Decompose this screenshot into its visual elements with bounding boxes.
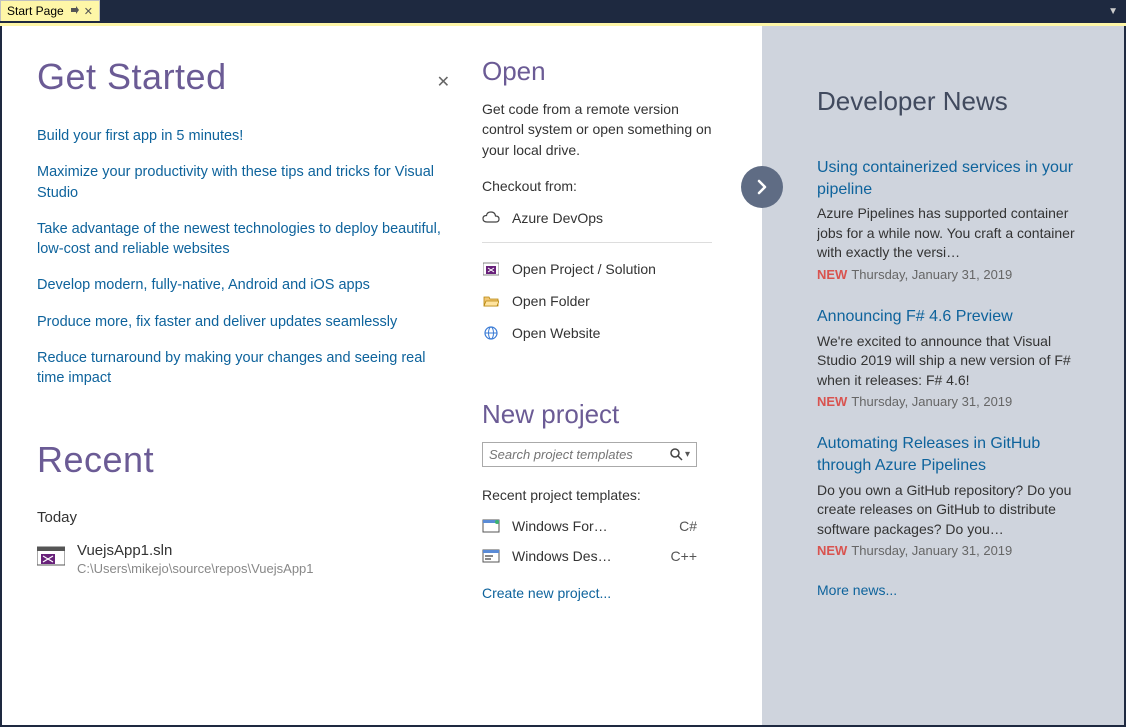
open-project-solution[interactable]: Open Project / Solution [482,253,742,285]
news-title-link[interactable]: Announcing F# 4.6 Preview [817,306,1094,328]
news-description: Azure Pipelines has supported container … [817,204,1087,263]
news-description: We're excited to announce that Visual St… [817,332,1087,391]
cloud-icon [482,209,500,227]
link-item[interactable]: Reduce turnaround by making your changes… [37,348,447,389]
more-news-link[interactable]: More news... [817,582,1094,598]
news-date-text: Thursday, January 31, 2019 [851,267,1012,282]
search-input[interactable] [489,447,670,462]
action-label: Open Website [512,325,600,341]
link-item[interactable]: Build your first app in 5 minutes! [37,126,447,146]
news-new-badge: NEW [817,543,847,558]
close-panel-icon[interactable]: ✕ [437,72,450,92]
news-item: Using containerized services in your pip… [817,157,1094,282]
open-title: Open [482,56,742,87]
news-item: Announcing F# 4.6 Preview We're excited … [817,306,1094,409]
recent-section: Recent Today VuejsApp1.sln C:\Users\mike… [37,439,447,576]
recent-item[interactable]: VuejsApp1.sln C:\Users\mikejo\source\rep… [37,542,447,576]
open-website[interactable]: Open Website [482,317,742,349]
create-new-project-link[interactable]: Create new project... [482,585,742,601]
open-folder[interactable]: Open Folder [482,285,742,317]
tab-start-page[interactable]: Start Page ✕ [0,0,100,21]
new-project-title: New project [482,399,742,430]
news-date: NEW Thursday, January 31, 2019 [817,394,1094,409]
recent-templates-label: Recent project templates: [482,487,742,503]
news-date: NEW Thursday, January 31, 2019 [817,543,1094,558]
news-date: NEW Thursday, January 31, 2019 [817,267,1094,282]
checkout-label: Checkout from: [482,178,742,194]
news-title-link[interactable]: Automating Releases in GitHub through Az… [817,433,1094,476]
recent-today-label: Today [37,509,447,526]
window-icon [482,548,500,564]
template-lang: C++ [671,548,697,564]
recent-item-path: C:\Users\mikejo\source\repos\VuejsApp1 [77,561,314,576]
folder-icon [482,292,500,310]
new-project-section: New project ▾ Recent project templates: … [482,399,742,601]
news-date-text: Thursday, January 31, 2019 [851,543,1012,558]
main-content: ✕ Get Started Build your first app in 5 … [0,26,1126,727]
solution-icon [37,545,65,567]
action-label: Open Project / Solution [512,261,656,277]
search-icon[interactable]: ▾ [670,448,690,461]
news-new-badge: NEW [817,267,847,282]
chevron-right-icon [754,179,770,195]
divider [482,242,712,243]
news-description: Do you own a GitHub repository? Do you c… [817,481,1087,540]
developer-news-panel: Developer News Using containerized servi… [762,26,1124,725]
checkout-azure-devops[interactable]: Azure DevOps [482,202,742,234]
window-icon [482,518,500,534]
news-new-badge: NEW [817,394,847,409]
action-label: Azure DevOps [512,210,603,226]
link-item[interactable]: Develop modern, fully-native, Android an… [37,275,447,295]
vs-icon [482,260,500,278]
link-item[interactable]: Take advantage of the newest technologie… [37,219,447,260]
pin-icon[interactable] [70,5,80,18]
action-label: Open Folder [512,293,590,309]
get-started-links: Build your first app in 5 minutes! Maxim… [37,126,447,389]
developer-news-title: Developer News [817,86,1094,117]
news-title-link[interactable]: Using containerized services in your pip… [817,157,1094,200]
search-templates-box[interactable]: ▾ [482,442,697,467]
template-name: Windows For… [512,518,669,534]
open-panel: Open Get code from a remote version cont… [482,26,762,725]
link-item[interactable]: Maximize your productivity with these ti… [37,162,447,203]
link-item[interactable]: Produce more, fix faster and deliver upd… [37,312,447,332]
tab-dropdown-icon[interactable]: ▼ [1108,6,1118,17]
title-bar: Start Page ✕ ▼ [0,0,1126,23]
template-row[interactable]: Windows For… C# [482,511,697,541]
news-date-text: Thursday, January 31, 2019 [851,394,1012,409]
close-tab-icon[interactable]: ✕ [84,5,93,18]
open-description: Get code from a remote version control s… [482,99,722,160]
template-row[interactable]: Windows Des… C++ [482,541,697,571]
tab-label: Start Page [7,4,64,18]
get-started-title: Get Started [37,56,447,98]
news-item: Automating Releases in GitHub through Az… [817,433,1094,558]
expand-news-button[interactable] [741,166,783,208]
template-lang: C# [679,518,697,534]
recent-item-name: VuejsApp1.sln [77,542,314,559]
template-name: Windows Des… [512,548,661,564]
get-started-panel: ✕ Get Started Build your first app in 5 … [2,26,482,725]
globe-icon [482,324,500,342]
recent-title: Recent [37,439,447,481]
